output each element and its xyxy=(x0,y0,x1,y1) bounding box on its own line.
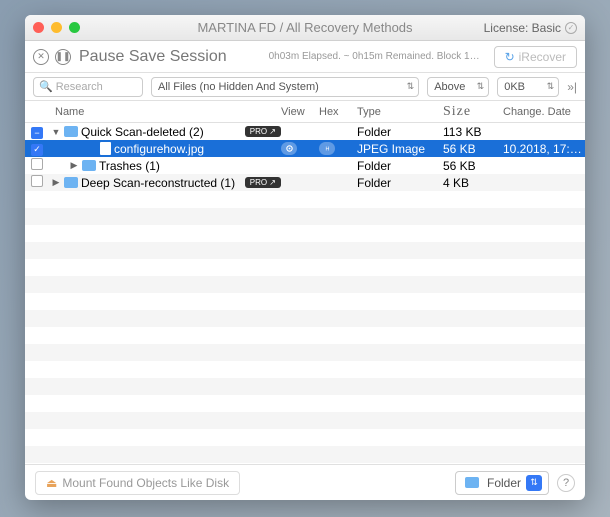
filter-bar: 🔍 Research All Files (no Hidden And Syst… xyxy=(25,73,585,101)
titlebar: MARTINA FD / All Recovery Methods Licens… xyxy=(25,15,585,41)
table-row xyxy=(25,446,585,463)
item-label: Trashes (1) xyxy=(99,159,281,173)
column-headers: Name View Hex Type Size Change. Date xyxy=(25,101,585,123)
table-row xyxy=(25,242,585,259)
table-row[interactable]: ▶ Trashes (1) Folder56 KB xyxy=(25,157,585,174)
table-row xyxy=(25,344,585,361)
type-cell: Folder xyxy=(357,176,443,190)
header-hex[interactable]: Hex xyxy=(319,106,357,118)
search-icon: 🔍 xyxy=(39,80,53,93)
toolbar: ✕ ❚❚ Pause Save Session 0h03m Elapsed. ~… xyxy=(25,41,585,73)
header-name[interactable]: Name xyxy=(49,106,281,118)
size-cell: 56 KB xyxy=(443,159,503,173)
table-row[interactable]: ▶ Deep Scan-reconstructed (1)PRO ↗ Folder4… xyxy=(25,174,585,191)
mount-button[interactable]: ⏏ Mount Found Objects Like Disk xyxy=(35,471,240,495)
header-size[interactable]: Size xyxy=(443,104,503,120)
disclosure-icon[interactable]: ▼ xyxy=(51,127,61,137)
view-icon[interactable] xyxy=(281,142,297,155)
type-cell: JPEG Image xyxy=(357,142,443,156)
size-cell: 56 KB xyxy=(443,142,503,156)
name-cell: configurehow.jpg xyxy=(49,142,281,156)
item-label: Quick Scan-deleted (2) xyxy=(81,125,245,139)
type-cell: Folder xyxy=(357,159,443,173)
table-row xyxy=(25,310,585,327)
name-cell: ▶ Trashes (1) xyxy=(49,159,281,173)
table-row xyxy=(25,259,585,276)
disclosure-icon[interactable]: ▶ xyxy=(69,160,79,171)
header-type[interactable]: Type xyxy=(357,106,443,118)
refresh-icon: ↻ xyxy=(505,50,515,64)
folder-icon xyxy=(64,126,78,137)
close-icon[interactable] xyxy=(33,22,44,33)
table-row xyxy=(25,327,585,344)
cancel-button[interactable]: ✕ xyxy=(33,49,49,65)
pro-badge: PRO ↗ xyxy=(245,177,281,188)
search-input[interactable]: 🔍 Research xyxy=(33,77,143,97)
svg-text:H: H xyxy=(325,146,329,152)
folder-icon xyxy=(82,160,96,171)
table-row xyxy=(25,208,585,225)
size-cell: 4 KB xyxy=(443,176,503,190)
disk-icon: ⏏ xyxy=(46,476,57,490)
chevron-updown-icon: ⇅ xyxy=(526,475,542,491)
folder-icon xyxy=(465,477,479,488)
row-checkbox[interactable]: − xyxy=(31,127,43,139)
help-button[interactable]: ? xyxy=(557,474,575,492)
size-filter-select[interactable]: 0KB xyxy=(497,77,559,97)
recover-button[interactable]: ↻ iRecover xyxy=(494,46,577,68)
date-cell: 10.2018, 17:… xyxy=(503,142,585,156)
table-row[interactable]: −▼ Quick Scan-deleted (2)PRO ↗ Folder113 K… xyxy=(25,123,585,140)
type-cell: Folder xyxy=(357,125,443,139)
file-icon xyxy=(100,142,111,155)
disclosure-icon[interactable]: ▶ xyxy=(51,177,61,188)
hex-icon[interactable]: H xyxy=(319,142,335,155)
table-row xyxy=(25,191,585,208)
window-controls xyxy=(33,22,80,33)
more-options-icon[interactable]: »| xyxy=(567,80,577,94)
checkmark-icon: ✓ xyxy=(565,22,577,34)
table-row xyxy=(25,378,585,395)
license-label[interactable]: License: Basic ✓ xyxy=(484,21,577,35)
row-checkbox[interactable] xyxy=(31,175,43,187)
footer: ⏏ Mount Found Objects Like Disk Folder ⇅… xyxy=(25,464,585,500)
table-row xyxy=(25,429,585,446)
size-cell: 113 KB xyxy=(443,125,503,139)
table-row xyxy=(25,395,585,412)
file-list: −▼Quick Scan-deleted (2)PRO ↗Folder113 K… xyxy=(25,123,585,464)
row-checkbox[interactable]: ✓ xyxy=(31,144,43,156)
header-view[interactable]: View xyxy=(281,106,319,118)
status-text: 0h03m Elapsed. ~ 0h15m Remained. Block 1… xyxy=(269,51,480,62)
position-select[interactable]: Above xyxy=(427,77,489,97)
app-window: MARTINA FD / All Recovery Methods Licens… xyxy=(25,15,585,500)
name-cell: ▶ Deep Scan-reconstructed (1)PRO ↗ xyxy=(49,176,281,190)
name-cell: ▼ Quick Scan-deleted (2)PRO ↗ xyxy=(49,125,281,139)
zoom-icon[interactable] xyxy=(69,22,80,33)
table-row xyxy=(25,361,585,378)
destination-select[interactable]: Folder ⇅ xyxy=(455,471,549,495)
table-row[interactable]: ✓ configurehow.jpg H JPEG Image56 KB10.2018… xyxy=(25,140,585,157)
session-label: Pause Save Session xyxy=(79,48,227,66)
row-checkbox[interactable] xyxy=(31,158,43,170)
header-date[interactable]: Change. Date xyxy=(503,106,585,118)
pause-button[interactable]: ❚❚ xyxy=(55,49,71,65)
window-title: MARTINA FD / All Recovery Methods xyxy=(197,20,412,35)
table-row xyxy=(25,293,585,310)
table-row xyxy=(25,225,585,242)
file-filter-select[interactable]: All Files (no Hidden And System) xyxy=(151,77,419,97)
pro-badge: PRO ↗ xyxy=(245,126,281,137)
table-row xyxy=(25,276,585,293)
item-label: Deep Scan-reconstructed (1) xyxy=(81,176,245,190)
item-label: configurehow.jpg xyxy=(114,142,281,156)
folder-icon xyxy=(64,177,78,188)
table-row xyxy=(25,412,585,429)
minimize-icon[interactable] xyxy=(51,22,62,33)
